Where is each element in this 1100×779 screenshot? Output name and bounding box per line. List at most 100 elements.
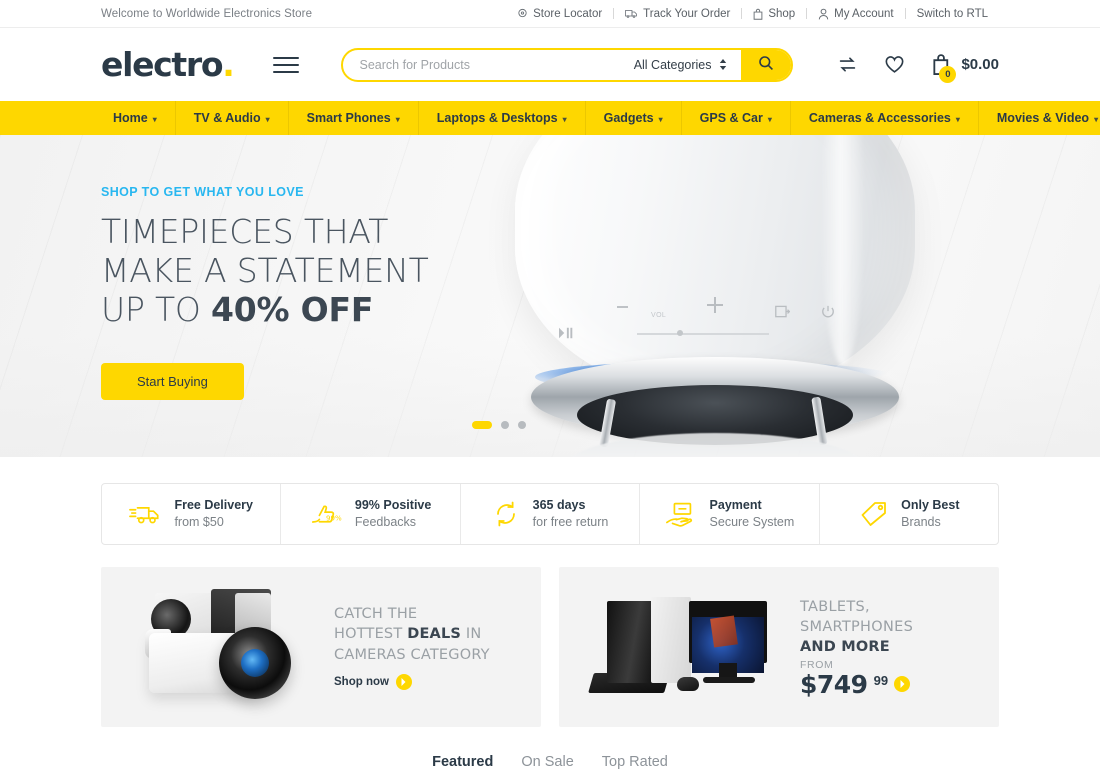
shopping-bag-icon [753, 8, 763, 20]
hero-dot-1-active[interactable] [472, 421, 492, 429]
feature-subtitle: from $50 [174, 515, 224, 529]
nav-label: TV & Audio [193, 111, 261, 125]
top-link-switch-rtl[interactable]: Switch to RTL [906, 8, 999, 20]
nav-item-smart-phones[interactable]: Smart Phones ▾ [289, 101, 419, 135]
feature-title: 99% Positive [354, 498, 432, 513]
nav-item-home[interactable]: Home ▾ [101, 101, 176, 135]
start-buying-button[interactable]: Start Buying [101, 362, 244, 400]
delivery-truck-icon [129, 502, 161, 526]
search-input[interactable] [342, 49, 634, 80]
chevron-down-icon: ▾ [955, 114, 960, 124]
volume-track [637, 333, 769, 335]
map-pin-icon [517, 8, 528, 19]
promo-line-2: HOTTEST DEALS IN [334, 624, 490, 645]
tab-on-sale[interactable]: On Sale [521, 754, 573, 779]
logo[interactable]: electro. [101, 45, 235, 84]
nav-item-tv-audio[interactable]: TV & Audio ▾ [176, 101, 289, 135]
compare-icon[interactable] [837, 55, 858, 74]
monitor [689, 601, 767, 673]
tab-featured[interactable]: Featured [432, 754, 493, 779]
search-category-select[interactable]: All Categories [634, 58, 741, 72]
search-icon [758, 55, 774, 74]
hero-title-line-1: TIMEPIECES THAT [101, 212, 389, 251]
hero-title-line-3-pre: UP TO [101, 289, 211, 329]
nav-item-gps-car[interactable]: GPS & Car ▾ [682, 101, 791, 135]
top-link-my-account[interactable]: My Account [807, 8, 904, 20]
price-amount: $749 [800, 670, 868, 700]
promo-deals-word: DEALS [407, 626, 462, 643]
shop-now-label: Shop now [334, 676, 389, 689]
payment-hand-icon [665, 501, 697, 527]
nav-label: Gadgets [603, 111, 654, 125]
main-navigation: Home ▾ TV & Audio ▾ Smart Phones ▾ Lapto… [0, 101, 1100, 135]
user-icon [818, 8, 829, 20]
promo-line-1: CATCH THE [334, 605, 418, 622]
feature-subtitle: Feedbacks [354, 515, 417, 529]
promo-line-3: CAMERAS CATEGORY [334, 646, 490, 663]
promo-banners: CATCH THE HOTTEST DEALS IN CAMERAS CATEG… [101, 567, 999, 727]
camera-lens [219, 627, 291, 699]
feature-best-brands: Only Best Brands [820, 484, 998, 544]
logo-dot: . [222, 45, 235, 84]
tab-label: Featured [432, 754, 494, 770]
chevron-down-icon: ▾ [562, 114, 567, 124]
chevron-down-icon: ▾ [767, 114, 772, 124]
chevron-updown-icon [719, 59, 727, 70]
cart-button[interactable]: 0 $0.00 [931, 53, 999, 83]
logo-text: electro [101, 45, 224, 84]
hero-title-line-3: UP TO 40% OFF [101, 289, 429, 330]
desktop-image [581, 587, 786, 707]
top-link-store-locator[interactable]: Store Locator [506, 8, 613, 20]
arrow-right-circle-icon[interactable] [894, 676, 911, 693]
hamburger-icon[interactable] [272, 55, 299, 75]
truck-icon [625, 8, 638, 19]
nav-item-movies-video[interactable]: Movies & Video ▾ [979, 101, 1100, 135]
tab-top-rated[interactable]: Top Rated [602, 754, 668, 779]
hero-copy: SHOP TO GET WHAT YOU LOVE TIMEPIECES THA… [101, 185, 429, 400]
chevron-down-icon: ▾ [265, 114, 270, 124]
search-button[interactable] [740, 49, 791, 80]
volume-knob [677, 330, 683, 336]
shop-now-link[interactable]: Shop now [334, 674, 490, 691]
nav-item-gadgets[interactable]: Gadgets ▾ [586, 101, 682, 135]
top-bar-links: Store Locator Track Your Order Shop My A… [506, 8, 999, 20]
hero-dot-2[interactable] [501, 421, 509, 429]
hero-dot-3[interactable] [518, 421, 526, 429]
hero-product-image: VOL [515, 135, 915, 457]
price-tag-icon [858, 501, 888, 527]
feature-free-delivery: Free Delivery from $50 [102, 484, 282, 544]
chevron-down-icon: ▾ [1094, 114, 1099, 124]
top-bar: Welcome to Worldwide Electronics Store S… [0, 0, 1100, 28]
hero-discount: 40% OFF [210, 289, 374, 329]
chevron-down-icon: ▾ [658, 114, 663, 124]
search-category-value: All Categories [633, 57, 712, 72]
hero-pagination [472, 421, 526, 429]
heart-icon[interactable] [884, 55, 905, 74]
nav-item-cameras-accessories[interactable]: Cameras & Accessories ▾ [791, 101, 979, 135]
top-link-label: My Account [834, 7, 894, 20]
promo-tablets[interactable]: TABLETS, SMARTPHONES AND MORE FROM $749 … [559, 567, 999, 727]
thumbs-up-99-icon: 99% [310, 502, 342, 526]
promo-cameras[interactable]: CATCH THE HOTTEST DEALS IN CAMERAS CATEG… [101, 567, 541, 727]
nav-item-laptops-desktops[interactable]: Laptops & Desktops ▾ [419, 101, 586, 135]
top-link-track-order[interactable]: Track Your Order [614, 8, 741, 20]
hero-slider: VOL SHOP TO GET WHAT YOU LOVE TIMEPIECES… [0, 135, 1100, 457]
top-link-label: Track Your Order [643, 7, 731, 20]
feature-title: Payment [709, 498, 762, 513]
hero-kicker: SHOP TO GET WHAT YOU LOVE [101, 185, 304, 199]
promo-tablets-copy: TABLETS, SMARTPHONES AND MORE FROM $749 … [800, 597, 913, 698]
hero-title: TIMEPIECES THAT MAKE A STATEMENT UP TO 4… [101, 212, 429, 330]
camera-image [123, 587, 328, 707]
nav-label: Laptops & Desktops [436, 111, 558, 125]
pc-tower-light [651, 597, 691, 683]
cart-count-badge: 0 [939, 66, 957, 83]
tab-label: On Sale [521, 754, 574, 770]
feature-positive-feedback: 99% 99% Positive Feedbacks [281, 484, 461, 544]
nav-label: Movies & Video [996, 111, 1090, 125]
top-link-shop[interactable]: Shop [742, 8, 806, 20]
pc-tower-dark [607, 601, 655, 683]
feature-title: Free Delivery [174, 498, 253, 513]
tab-label: Top Rated [601, 754, 668, 770]
feature-title: 365 days [532, 498, 586, 513]
chevron-down-icon: ▾ [395, 114, 400, 124]
